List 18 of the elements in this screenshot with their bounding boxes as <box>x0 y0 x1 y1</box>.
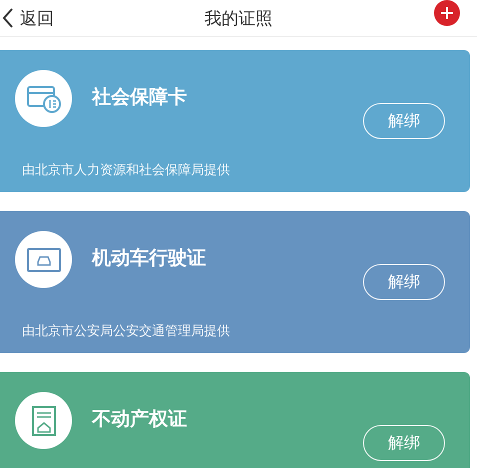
unbind-button[interactable]: 解绑 <box>363 103 445 139</box>
card-title: 机动车行驶证 <box>92 246 206 270</box>
provider-text: 由北京市人力资源和社会保障局提供 <box>22 162 230 179</box>
card-title: 社会保障卡 <box>92 84 187 110</box>
provider-text: 由北京市公安局公安交通管理局提供 <box>22 323 230 340</box>
back-link[interactable]: 返回 <box>20 6 54 30</box>
license-card[interactable]: 不动产权证 解绑 <box>0 372 470 468</box>
page-title: 我的证照 <box>204 8 272 30</box>
add-icon[interactable] <box>434 0 460 26</box>
unbind-button[interactable]: 解绑 <box>363 264 445 300</box>
house-document-icon <box>32 406 56 436</box>
back-icon[interactable] <box>2 7 14 29</box>
unbind-button[interactable]: 解绑 <box>363 425 445 461</box>
license-card[interactable]: 社会保障卡 解绑 由北京市人力资源和社会保障局提供 <box>0 50 470 192</box>
license-card[interactable]: 机动车行驶证 解绑 由北京市公安局公安交通管理局提供 <box>0 211 470 353</box>
card-title: 不动产权证 <box>92 406 187 432</box>
car-card-icon <box>26 248 60 272</box>
id-card-icon <box>26 84 60 112</box>
